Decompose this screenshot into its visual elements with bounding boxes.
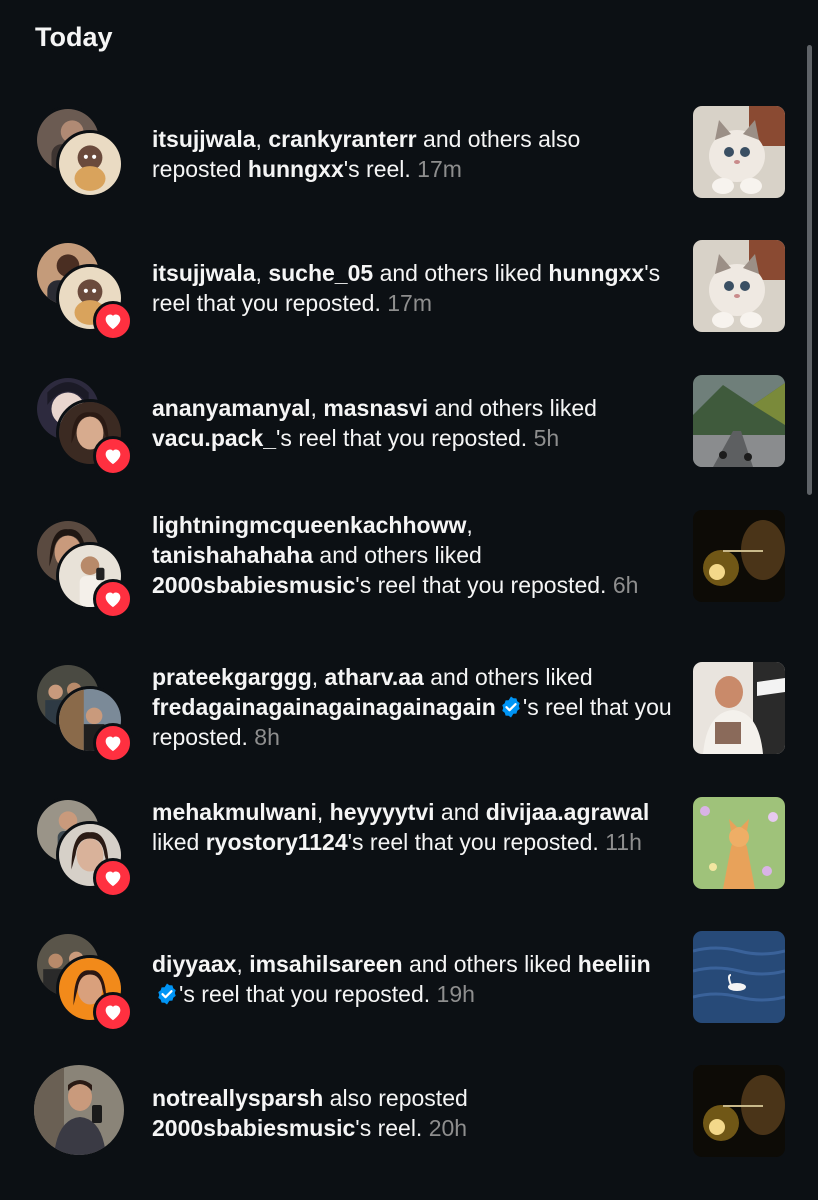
- message: and others liked: [402, 951, 578, 977]
- avatar-stack[interactable]: [34, 797, 134, 898]
- username[interactable]: divijaa.agrawal: [486, 799, 650, 825]
- username[interactable]: ananyamanyal: [152, 395, 311, 421]
- notification-text: mehakmulwani, heyyyytvi and divijaa.agra…: [152, 797, 672, 857]
- message: and others liked: [373, 260, 549, 286]
- reel-owner[interactable]: ryostory1124: [206, 829, 348, 855]
- notification-item[interactable]: diyyaax, imsahilsareen and others liked …: [0, 931, 818, 1032]
- kitten-thumbnail[interactable]: [693, 106, 785, 198]
- notification-text: diyyaax, imsahilsareen and others liked …: [152, 949, 672, 1009]
- heart-icon: [93, 723, 133, 763]
- avatar-stack[interactable]: [34, 1065, 134, 1165]
- timestamp: 5h: [527, 425, 560, 451]
- notification-item[interactable]: prateekgarggg, atharv.aa and others like…: [0, 662, 818, 763]
- message: and others liked: [428, 395, 597, 421]
- reel-owner[interactable]: heeliin: [578, 951, 651, 977]
- timestamp: 8h: [247, 724, 280, 750]
- avatar-stack[interactable]: [34, 106, 134, 206]
- dj-thumbnail[interactable]: [693, 662, 785, 754]
- heart-icon: [93, 436, 133, 476]
- username[interactable]: atharv.aa: [325, 664, 424, 690]
- notification-item[interactable]: itsujjwala, crankyranterr and others als…: [0, 106, 818, 206]
- message: and others liked: [313, 542, 482, 568]
- reel-owner[interactable]: 2000sbabiesmusic: [152, 572, 355, 598]
- username[interactable]: heyyyytvi: [330, 799, 435, 825]
- timestamp: 20h: [422, 1115, 468, 1141]
- avatar-stack[interactable]: [34, 240, 134, 341]
- username[interactable]: lightningmcqueenkachhoww: [152, 512, 466, 538]
- heart-icon: [93, 579, 133, 619]
- message-tail: 's reel that you reposted.: [276, 425, 528, 451]
- timestamp: 6h: [606, 572, 639, 598]
- separator: ,: [255, 126, 269, 152]
- separator: ,: [311, 664, 325, 690]
- username[interactable]: itsujjwala: [152, 260, 256, 286]
- message-tail: 's reel that you reposted.: [347, 829, 599, 855]
- avatar-stack[interactable]: [34, 518, 134, 619]
- cat-in-flowers-thumbnail[interactable]: [693, 797, 785, 889]
- username[interactable]: masnasvi: [323, 395, 428, 421]
- message: also reposted: [323, 1085, 468, 1111]
- notification-item[interactable]: mehakmulwani, heyyyytvi and divijaa.agra…: [0, 797, 818, 898]
- username[interactable]: imsahilsareen: [249, 951, 402, 977]
- notification-text: ananyamanyal, masnasvi and others liked …: [152, 393, 672, 453]
- avatar-stack[interactable]: [34, 375, 134, 476]
- notification-text: prateekgarggg, atharv.aa and others like…: [152, 662, 672, 752]
- reel-owner[interactable]: hunngxx: [548, 260, 644, 286]
- message: liked: [152, 829, 206, 855]
- avatar-stack[interactable]: [34, 931, 134, 1032]
- message: and: [434, 799, 486, 825]
- heart-icon: [93, 992, 133, 1032]
- message-tail: 's reel.: [343, 156, 411, 182]
- username[interactable]: itsujjwala: [152, 126, 256, 152]
- message: and others liked: [423, 664, 593, 690]
- separator: ,: [255, 260, 269, 286]
- message-tail: 's reel that you reposted.: [355, 572, 607, 598]
- verified-badge-icon: [502, 696, 520, 718]
- reel-owner[interactable]: vacu.pack_: [152, 425, 276, 451]
- verified-badge-icon: [158, 983, 176, 1005]
- heart-icon: [93, 858, 133, 898]
- notification-item[interactable]: notreallysparsh also reposted 2000sbabie…: [0, 1065, 818, 1165]
- notification-item[interactable]: itsujjwala, suche_05 and others liked hu…: [0, 240, 818, 341]
- heart-icon: [93, 301, 133, 341]
- username[interactable]: suche_05: [268, 260, 373, 286]
- music-video-thumbnail[interactable]: [693, 510, 785, 602]
- username[interactable]: crankyranterr: [268, 126, 416, 152]
- notification-text: itsujjwala, crankyranterr and others als…: [152, 124, 672, 184]
- notification-text: lightningmcqueenkachhoww, tanishahahaha …: [152, 510, 672, 600]
- kitten-thumbnail[interactable]: [693, 240, 785, 332]
- timestamp: 17m: [380, 290, 433, 316]
- username[interactable]: tanishahahaha: [152, 542, 313, 568]
- timestamp: 17m: [410, 156, 462, 182]
- username[interactable]: mehakmulwani: [152, 799, 317, 825]
- notification-text: notreallysparsh also reposted 2000sbabie…: [152, 1083, 672, 1143]
- separator: ,: [466, 512, 473, 538]
- separator: ,: [310, 395, 324, 421]
- username[interactable]: notreallysparsh: [152, 1085, 323, 1111]
- message-tail: 's reel.: [355, 1115, 423, 1141]
- reel-owner[interactable]: fredagainagainagainagainagain: [152, 694, 496, 720]
- separator: ,: [316, 799, 330, 825]
- avatar-stack[interactable]: [34, 662, 134, 763]
- notification-item[interactable]: lightningmcqueenkachhoww, tanishahahaha …: [0, 510, 818, 620]
- reel-owner[interactable]: hunngxx: [248, 156, 344, 182]
- mirror-selfie-avatar[interactable]: [34, 1065, 124, 1155]
- notification-text: itsujjwala, suche_05 and others liked hu…: [152, 258, 672, 318]
- mountain-road-thumbnail[interactable]: [693, 375, 785, 467]
- timestamp: 11h: [598, 829, 642, 855]
- username[interactable]: prateekgarggg: [152, 664, 312, 690]
- message-tail: 's reel that you reposted.: [179, 981, 431, 1007]
- separator: ,: [236, 951, 250, 977]
- username[interactable]: diyyaax: [152, 951, 236, 977]
- swan-lake-thumbnail[interactable]: [693, 931, 785, 1023]
- notification-item[interactable]: ananyamanyal, masnasvi and others liked …: [0, 375, 818, 476]
- timestamp: 19h: [430, 981, 475, 1007]
- music-video-thumbnail[interactable]: [693, 1065, 785, 1157]
- squirtle-avatar[interactable]: [56, 130, 124, 198]
- section-title: Today: [35, 22, 113, 52]
- reel-owner[interactable]: 2000sbabiesmusic: [152, 1115, 355, 1141]
